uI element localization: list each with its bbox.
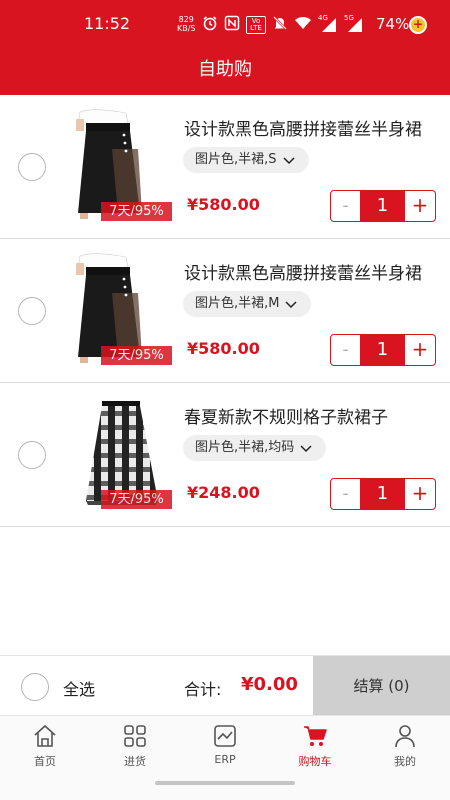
net-speed-unit: KB/S (177, 24, 196, 33)
4g-label: 4G (318, 14, 328, 22)
product-price: ¥248.00 (187, 483, 260, 502)
spec-selector[interactable]: 图片色,半裙,S (183, 147, 309, 173)
system-nav-bar (0, 775, 450, 800)
chevron-down-icon (285, 301, 298, 309)
alarm-icon (202, 15, 218, 35)
cart-item: 7天/95% 设计款黑色高腰拼接蕾丝半身裙 图片色,半裙,M ¥580.00 -… (0, 239, 450, 383)
wifi-icon (294, 15, 312, 35)
cart-list: 7天/95% 设计款黑色高腰拼接蕾丝半身裙 图片色,半裙,S ¥580.00 -… (0, 95, 450, 527)
spec-text: 图片色,半裙,均码 (195, 440, 295, 455)
product-title[interactable]: 设计款黑色高腰拼接蕾丝半身裙 (184, 115, 422, 140)
4g-signal-icon: 4G (318, 14, 338, 33)
home-indicator[interactable] (155, 781, 295, 785)
battery-level: 74% (376, 15, 410, 33)
tab-profile[interactable]: 我的 (360, 716, 450, 775)
tab-label: 进货 (124, 755, 146, 768)
quantity-field[interactable]: 1 (361, 334, 404, 366)
select-all-label[interactable]: 全选 (63, 676, 95, 700)
tab-erp[interactable]: ERP (180, 716, 270, 775)
tab-label: 首页 (34, 755, 56, 768)
battery-saver-icon: + (409, 16, 427, 34)
cart-item: 7天/95% 设计款黑色高腰拼接蕾丝半身裙 图片色,半裙,S ¥580.00 -… (0, 95, 450, 239)
quantity-field[interactable]: 1 (361, 190, 404, 222)
quantity-stepper: - 1 + (330, 190, 436, 222)
cart-item: 7天/95% 春夏新款不规则格子款裙子 图片色,半裙,均码 ¥248.00 - … (0, 383, 450, 527)
increase-button[interactable]: + (404, 478, 436, 510)
quantity-field[interactable]: 1 (361, 478, 404, 510)
item-select-radio[interactable] (18, 153, 46, 181)
product-title[interactable]: 设计款黑色高腰拼接蕾丝半身裙 (184, 259, 422, 284)
total-amount: ¥0.00 (241, 674, 298, 695)
spec-selector[interactable]: 图片色,半裙,M (183, 291, 312, 317)
chevron-down-icon (283, 157, 295, 165)
increase-button[interactable]: + (404, 334, 436, 366)
cart-icon (304, 726, 327, 746)
tab-label: 购物车 (298, 755, 332, 768)
chart-icon (214, 725, 236, 747)
status-time: 11:52 (84, 14, 131, 33)
decrease-button[interactable]: - (330, 190, 361, 222)
volte-label: Vo LTE (250, 17, 262, 32)
5g-label: 5G (344, 14, 354, 22)
tab-purchase[interactable]: 进货 (90, 716, 180, 775)
product-tag: 7天/95% (101, 346, 172, 365)
product-tag: 7天/95% (101, 490, 172, 509)
tab-label: 我的 (394, 755, 416, 768)
product-tag: 7天/95% (101, 202, 172, 221)
spec-selector[interactable]: 图片色,半裙,均码 (183, 435, 327, 461)
checkout-bar: 全选 合计: ¥0.00 结算 (0) (0, 655, 450, 716)
net-speed: 829 KB/S (177, 15, 196, 33)
volte-icon: Vo LTE (246, 16, 266, 34)
spec-text: 图片色,半裙,M (195, 296, 280, 311)
tab-label: ERP (214, 753, 236, 766)
item-select-radio[interactable] (18, 441, 46, 469)
chevron-down-icon (300, 445, 312, 453)
tab-home[interactable]: 首页 (0, 716, 90, 775)
quantity-stepper: - 1 + (330, 334, 436, 366)
net-speed-value: 829 (178, 15, 194, 24)
product-price: ¥580.00 (187, 195, 260, 214)
home-icon (34, 724, 56, 747)
decrease-button[interactable]: - (330, 334, 361, 366)
bottom-tab-bar: 首页 进货 ERP 购物车 我的 (0, 715, 450, 775)
grid-icon (124, 725, 146, 747)
decrease-button[interactable]: - (330, 478, 361, 510)
5g-signal-icon: 5G (344, 14, 364, 33)
select-all-radio[interactable] (21, 673, 49, 701)
status-bar: 11:52 829 KB/S Vo LTE 4G 5G 74% + (0, 0, 450, 50)
header-bar: 自助购 (0, 50, 450, 95)
spec-text: 图片色,半裙,S (195, 152, 277, 167)
tab-cart[interactable]: 购物车 (270, 716, 360, 775)
product-title[interactable]: 春夏新款不规则格子款裙子 (184, 403, 388, 428)
status-icons: Vo LTE 4G 5G (202, 13, 364, 37)
total-label: 合计: (184, 680, 222, 699)
nfc-icon (224, 15, 240, 35)
user-icon (395, 725, 415, 748)
quantity-stepper: - 1 + (330, 478, 436, 510)
item-select-radio[interactable] (18, 297, 46, 325)
page-title: 自助购 (198, 59, 252, 80)
increase-button[interactable]: + (404, 190, 436, 222)
mute-icon (272, 15, 288, 35)
checkout-button[interactable]: 结算 (0) (313, 656, 450, 716)
product-price: ¥580.00 (187, 339, 260, 358)
